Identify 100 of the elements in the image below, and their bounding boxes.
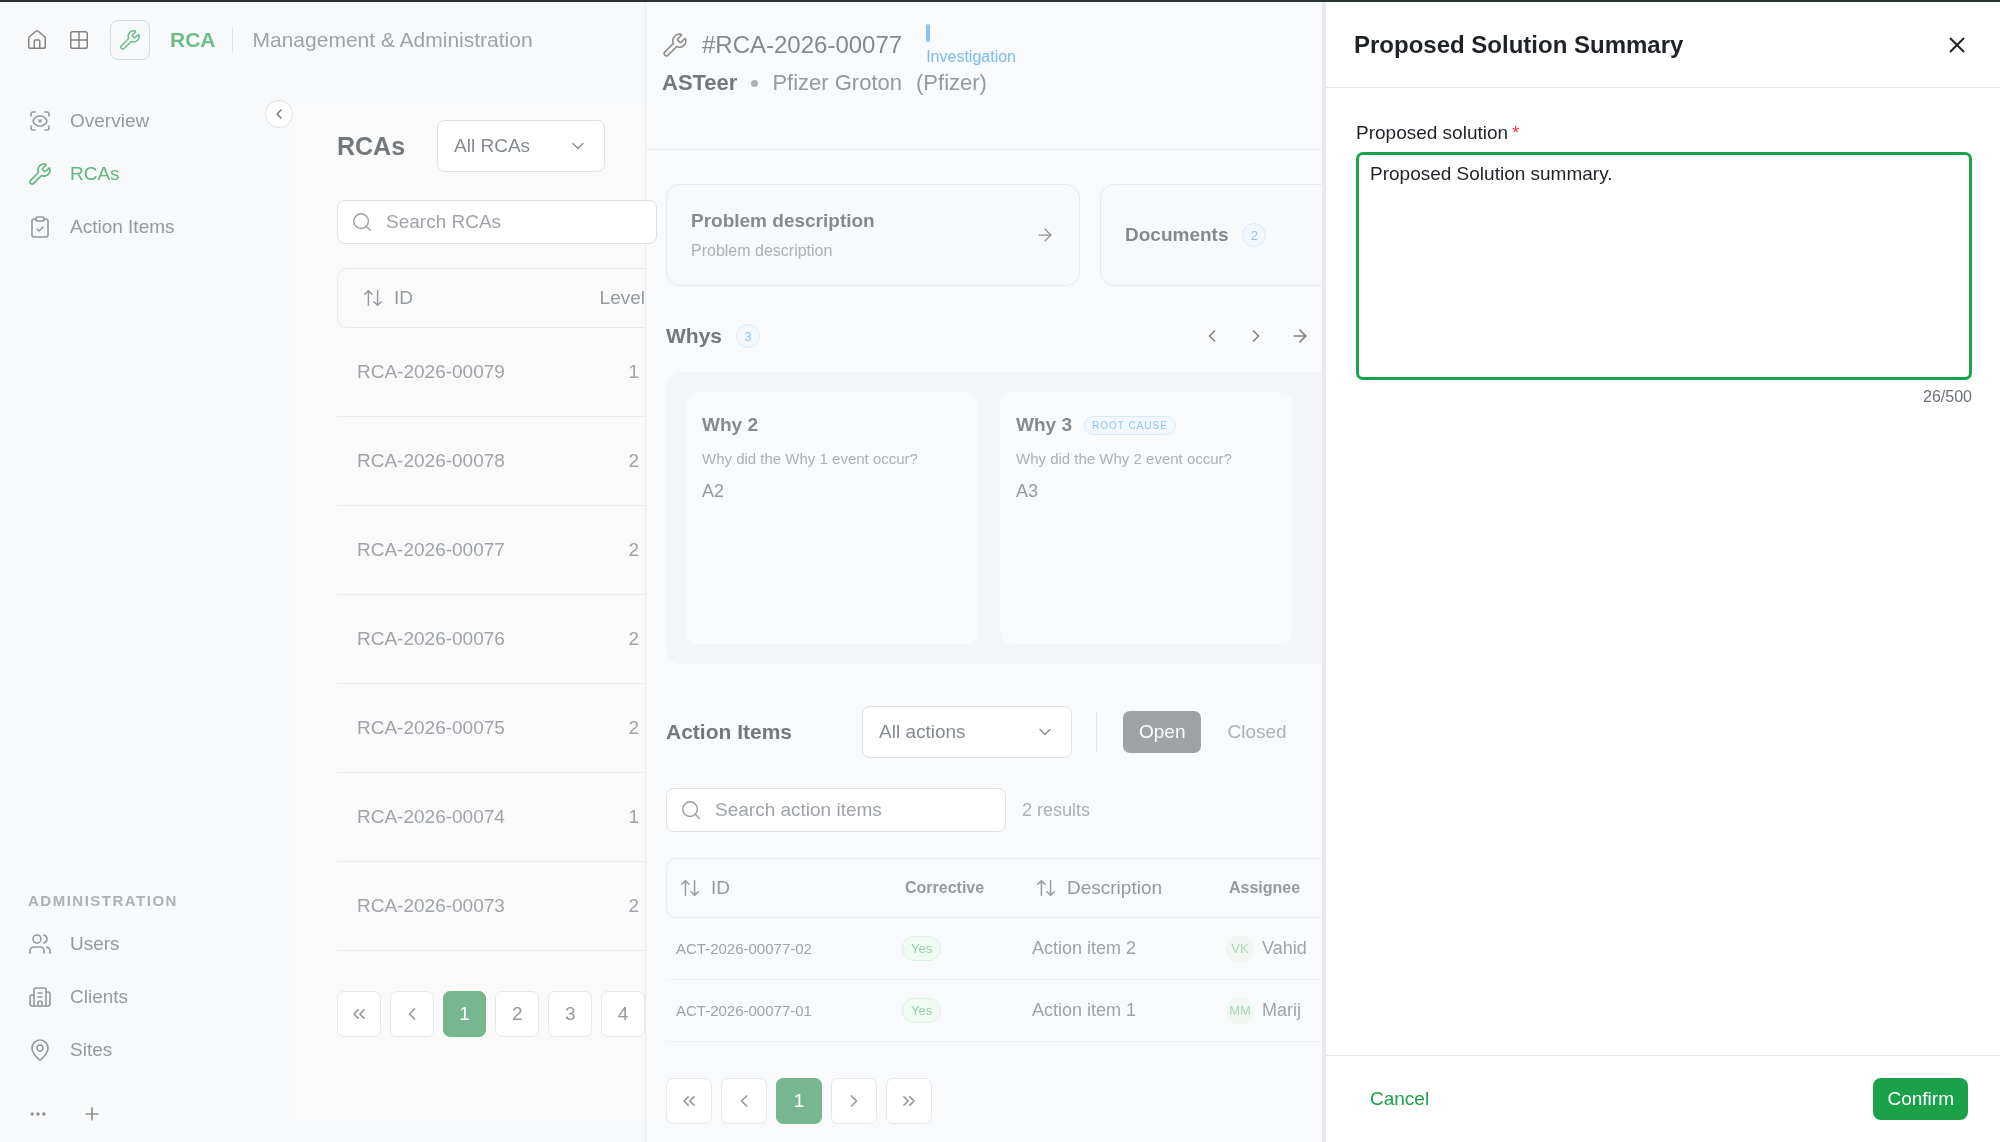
table-cell[interactable]: RCA-2026-00074 — [357, 806, 505, 828]
why-card[interactable]: Why 2 Why did the Why 1 event occur? A2 — [686, 392, 978, 644]
page-button[interactable]: 2 — [495, 991, 540, 1037]
pin-icon — [28, 1037, 52, 1062]
table-cell: 2 — [628, 539, 639, 561]
table-cell-text: ACT-2026-00077-01 — [676, 1002, 813, 1019]
why-answer: A2 — [702, 481, 726, 502]
table-cell: 1 — [628, 361, 639, 383]
assignee-name: Marij — [1262, 1000, 1301, 1021]
solution-textarea[interactable]: Proposed Solution summary. — [1356, 152, 1972, 380]
section-heading: ADMINISTRATION — [28, 892, 179, 909]
app-logo[interactable] — [110, 20, 150, 60]
confirm-button[interactable]: Confirm — [1873, 1078, 1968, 1120]
why-answer: A3 — [1016, 481, 1040, 502]
table-cell[interactable]: RCA-2026-00076 — [357, 628, 505, 650]
stage-label: Investigation — [926, 48, 1016, 66]
column-header: Level — [599, 287, 645, 309]
rca-id: #RCA-2026-00077 — [702, 31, 903, 59]
sidebar-item[interactable]: Overview — [28, 94, 295, 147]
section-title: Whys — [666, 324, 722, 348]
table-cell-text: ACT-2026-00077-02 — [676, 940, 813, 957]
why-card[interactable]: Why 3 ROOT CAUSE Why did the Why 2 event occur? A3 — [1000, 392, 1292, 644]
column-header[interactable]: ID — [362, 287, 413, 309]
character-counter: 26/500 — [1923, 388, 1972, 406]
table-cell[interactable]: RCA-2026-00078 — [357, 450, 505, 472]
count-badge: 2 — [1242, 223, 1267, 247]
sidebar-item[interactable]: Action Items — [28, 200, 295, 253]
table-cell[interactable]: RCA-2026-00077 — [357, 539, 505, 561]
segment-tab[interactable]: Closed — [1211, 711, 1303, 753]
why-question: Why did the Why 1 event occur? — [702, 450, 919, 467]
avatar: MM — [1226, 996, 1254, 1025]
why-title: Why 3 — [1016, 414, 1072, 436]
wrench-icon — [662, 32, 688, 58]
column-header[interactable]: Description — [1035, 877, 1229, 899]
why-question: Why did the Why 2 event occur? — [1016, 450, 1233, 467]
table-cell: 2 — [628, 895, 639, 917]
filter-dropdown[interactable]: All RCAs — [437, 120, 606, 172]
sort-icon[interactable] — [1035, 877, 1057, 899]
client-name: (Pfizer) — [916, 70, 987, 96]
table-cell-text: Action item 1 — [1032, 1000, 1138, 1021]
card-title: Documents — [1125, 224, 1229, 246]
search-icon — [351, 211, 373, 233]
result-count: 2 results — [1022, 799, 1091, 821]
table-cell[interactable]: RCA-2026-00073 — [357, 895, 505, 917]
table-cell[interactable]: RCA-2026-00079 — [357, 361, 505, 383]
documents-card[interactable]: Documents 2 — [1100, 184, 1322, 286]
column-header: Corrective — [905, 879, 986, 897]
search-field[interactable]: Search RCAs — [337, 200, 657, 244]
avatar: VK — [1226, 934, 1254, 963]
table-cell-text: Action item 2 — [1032, 938, 1138, 959]
segment-tab[interactable]: Open — [1123, 711, 1202, 753]
sidebar-item[interactable]: RCAs — [28, 147, 295, 200]
filter-dropdown[interactable]: All actions — [862, 706, 1072, 758]
card-subtitle: Problem description — [691, 242, 834, 260]
page-button[interactable]: 1 — [776, 1078, 822, 1124]
section-title: Action Items — [666, 720, 794, 744]
page-button[interactable]: 3 — [548, 991, 593, 1037]
sort-icon[interactable] — [679, 877, 701, 899]
collapse-button[interactable] — [265, 100, 293, 128]
app-name: RCA — [170, 28, 233, 52]
wrench-icon — [28, 161, 52, 186]
required-mark: * — [1512, 122, 1520, 144]
cancel-button[interactable]: Cancel — [1370, 1088, 1430, 1110]
sidebar-item[interactable]: Clients — [28, 970, 295, 1023]
root-cause-badge: ROOT CAUSE — [1083, 415, 1176, 435]
building-icon — [28, 984, 52, 1009]
problem-card[interactable]: Problem description Problem description — [666, 184, 1080, 286]
first-page-button[interactable] — [337, 991, 381, 1037]
search-field[interactable]: Search action items — [666, 788, 1006, 832]
sidebar-item[interactable]: Users — [28, 917, 295, 970]
sidebar-item[interactable]: Sites — [28, 1023, 295, 1076]
assignee-name: Vahid — [1262, 938, 1307, 959]
stage-marker — [926, 24, 931, 42]
eye-icon — [28, 108, 52, 133]
sort-icon[interactable] — [362, 287, 384, 309]
count-badge: 3 — [736, 324, 760, 348]
column-header: Assignee — [1229, 879, 1302, 897]
table-cell: 2 — [628, 450, 639, 472]
page-button[interactable]: 4 — [601, 991, 645, 1037]
app-subtitle: Management & Administration — [252, 28, 533, 52]
column-header[interactable]: ID — [679, 877, 905, 899]
last-page-button[interactable] — [886, 1078, 932, 1124]
table-cell[interactable]: RCA-2026-00075 — [357, 717, 505, 739]
status-pill: Yes — [902, 936, 942, 961]
field-label: Proposed solution — [1356, 122, 1509, 144]
search-icon — [680, 799, 702, 821]
status-pill: Yes — [902, 998, 942, 1023]
site-name: Pfizer Groton — [772, 70, 902, 96]
why-title: Why 2 — [702, 414, 758, 436]
first-page-button[interactable] — [666, 1078, 712, 1124]
grid-icon[interactable] — [68, 29, 90, 51]
home-icon[interactable] — [26, 29, 48, 51]
card-title: Problem description — [691, 210, 876, 232]
table-cell: 2 — [628, 717, 639, 739]
table-cell: 2 — [628, 628, 639, 650]
users-icon — [28, 931, 52, 956]
table-cell: 1 — [628, 806, 639, 828]
list-title: RCAs — [337, 131, 406, 161]
clipboard-icon — [28, 214, 52, 239]
page-button[interactable]: 1 — [442, 991, 487, 1037]
